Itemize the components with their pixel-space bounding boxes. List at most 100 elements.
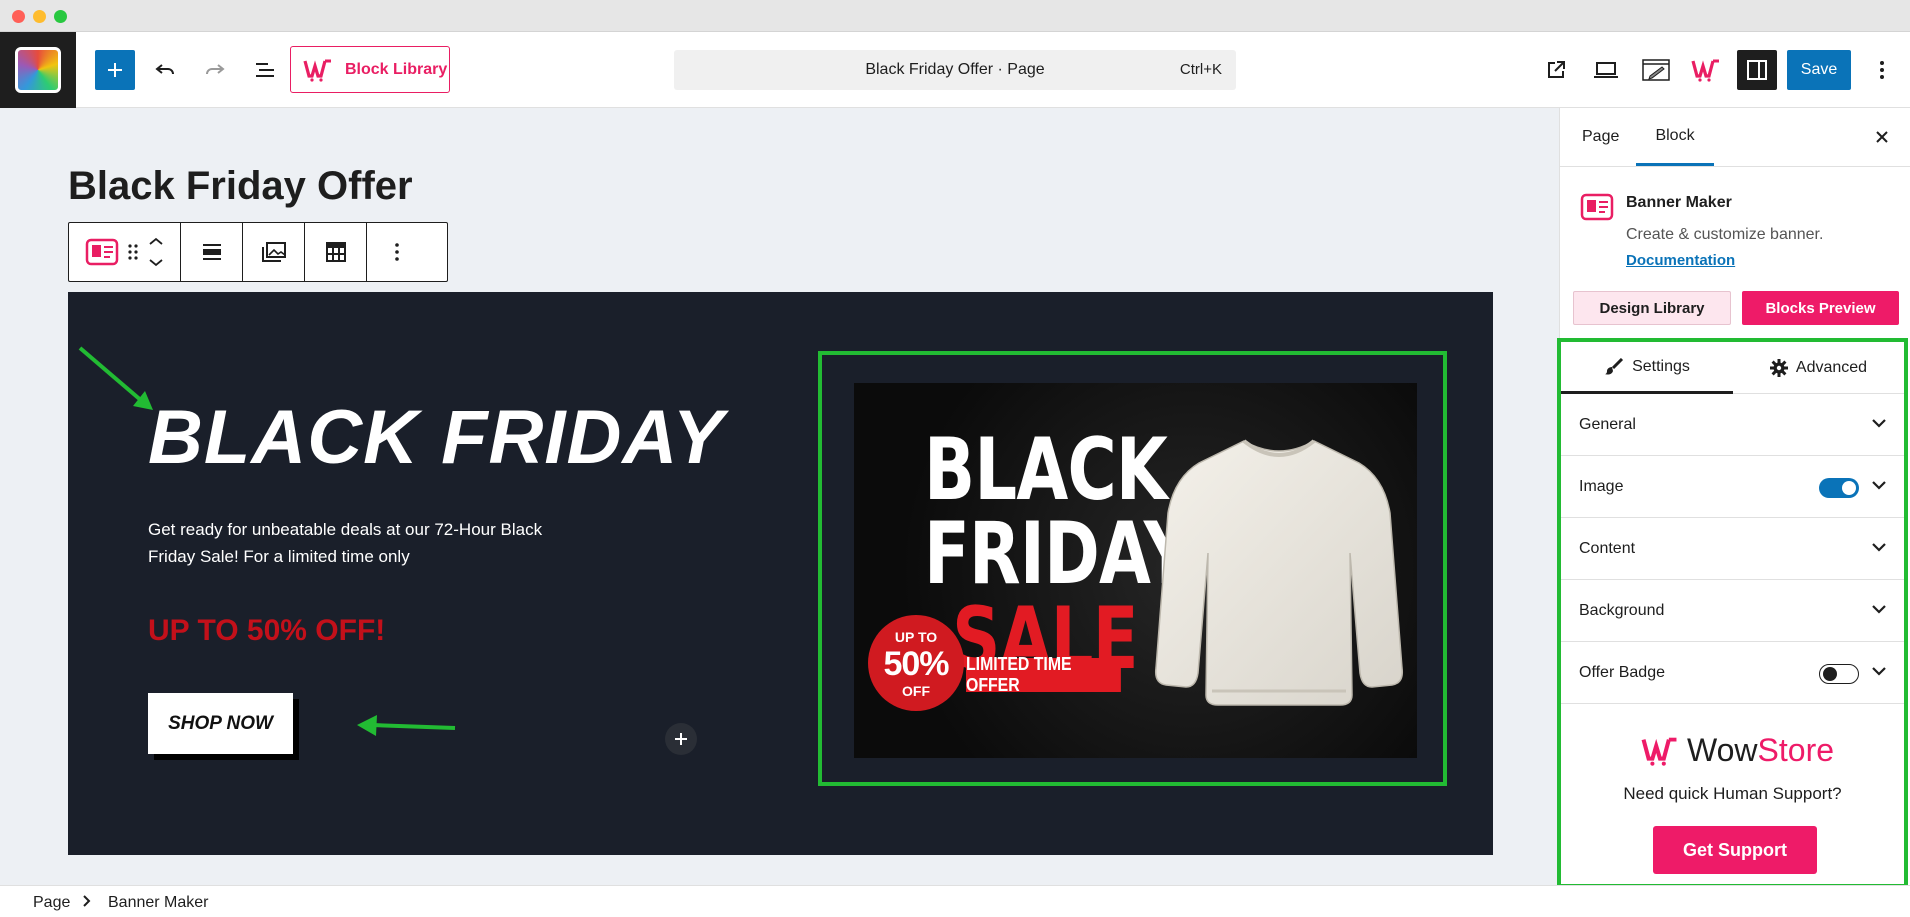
laptop-preview-icon bbox=[1594, 62, 1618, 78]
panel-label: Content bbox=[1579, 540, 1636, 557]
block-library-button[interactable]: Block Library bbox=[290, 46, 450, 93]
panel-offer-badge[interactable]: Offer Badge bbox=[1561, 642, 1904, 704]
edit-icon bbox=[1642, 59, 1670, 81]
breadcrumb: Page Banner Maker bbox=[0, 885, 1910, 917]
tab-page[interactable]: Page bbox=[1582, 108, 1619, 166]
edit-template-button[interactable] bbox=[1636, 50, 1676, 90]
undo-icon bbox=[155, 64, 174, 75]
editor-canvas: Black Friday Offer BLACK FRIDAY Get read… bbox=[0, 108, 1559, 885]
chevron-down-icon bbox=[1872, 419, 1886, 428]
layout-button[interactable] bbox=[305, 223, 367, 281]
block-type-group bbox=[69, 223, 181, 281]
chevron-down-icon bbox=[1872, 543, 1886, 552]
site-logo-button[interactable] bbox=[0, 32, 76, 108]
banner-block-icon[interactable] bbox=[85, 237, 119, 267]
redo-icon bbox=[206, 64, 225, 75]
banner-offer-text[interactable]: UP TO 50% OFF! bbox=[148, 614, 385, 648]
tab-advanced[interactable]: Advanced bbox=[1733, 342, 1904, 394]
block-settings-panel: Settings Advanced General Image Content … bbox=[1557, 338, 1908, 888]
close-icon bbox=[1876, 131, 1888, 143]
command-palette-bar[interactable]: Black Friday Offer · Page Ctrl+K bbox=[674, 50, 1236, 90]
close-sidebar-button[interactable] bbox=[1870, 125, 1894, 149]
panel-content[interactable]: Content bbox=[1561, 518, 1904, 580]
chevron-down-icon bbox=[1872, 605, 1886, 614]
wowstore-button[interactable] bbox=[1686, 50, 1726, 90]
panel-label: Image bbox=[1579, 478, 1624, 495]
brush-icon bbox=[1605, 357, 1624, 375]
design-library-button[interactable]: Design Library bbox=[1573, 291, 1731, 325]
wowstore-brand: WowStore bbox=[1641, 732, 1834, 769]
plus-icon bbox=[108, 63, 122, 77]
preview-device-button[interactable] bbox=[1586, 50, 1626, 90]
banner-title[interactable]: BLACK FRIDAY bbox=[148, 394, 724, 481]
breadcrumb-page[interactable]: Page bbox=[33, 894, 70, 912]
maximize-window-button[interactable] bbox=[54, 10, 67, 23]
get-support-button[interactable]: Get Support bbox=[1653, 826, 1817, 874]
panel-background[interactable]: Background bbox=[1561, 580, 1904, 642]
image-text-black: BLACK bbox=[924, 420, 1168, 520]
banner-image-highlight: BLACK FRIDAY SALE LIMITED TIME OFFER UP … bbox=[818, 351, 1447, 786]
tab-settings-label: Settings bbox=[1632, 357, 1690, 375]
panel-label: Background bbox=[1579, 602, 1665, 619]
breadcrumb-block[interactable]: Banner Maker bbox=[108, 894, 209, 912]
kebab-icon bbox=[395, 243, 399, 261]
toggle-knob bbox=[1842, 481, 1856, 495]
settings-sidebar-toggle[interactable] bbox=[1737, 50, 1777, 90]
chevron-right-icon bbox=[83, 895, 91, 907]
image-ribbon: LIMITED TIME OFFER bbox=[966, 654, 1121, 695]
settings-tabs: Settings Advanced bbox=[1561, 342, 1904, 394]
window-titlebar bbox=[0, 0, 1910, 32]
save-button[interactable]: Save bbox=[1787, 50, 1851, 90]
panel-general[interactable]: General bbox=[1561, 394, 1904, 456]
badge-value-text: 50% bbox=[883, 645, 949, 683]
external-link-icon bbox=[1548, 61, 1565, 78]
chevron-down-icon bbox=[1872, 481, 1886, 490]
image-toggle[interactable] bbox=[1819, 478, 1859, 498]
options-menu-button[interactable] bbox=[1866, 50, 1898, 90]
site-icon bbox=[15, 47, 61, 93]
document-title: Black Friday Offer · Page bbox=[865, 61, 1045, 78]
tab-settings[interactable]: Settings bbox=[1561, 342, 1733, 394]
drag-handle-icon[interactable] bbox=[127, 242, 139, 262]
undo-button[interactable] bbox=[145, 50, 185, 90]
sweater-illustration bbox=[1154, 439, 1404, 706]
banner-image[interactable]: BLACK FRIDAY SALE LIMITED TIME OFFER UP … bbox=[854, 383, 1417, 758]
align-button[interactable] bbox=[181, 223, 243, 281]
block-name: Banner Maker bbox=[1626, 194, 1732, 211]
page-title[interactable]: Black Friday Offer bbox=[68, 164, 413, 209]
settings-sidebar: Page Block Banner Maker Create & customi… bbox=[1557, 108, 1910, 888]
brand-name: WowStore bbox=[1687, 732, 1834, 769]
add-block-button[interactable] bbox=[95, 50, 135, 90]
block-description: Create & customize banner. bbox=[1626, 226, 1824, 243]
image-text-friday: FRIDAY bbox=[924, 504, 1192, 605]
sidebar-toggle-icon bbox=[1747, 60, 1767, 80]
block-options-button[interactable] bbox=[367, 223, 427, 281]
wowstore-logo-icon bbox=[1641, 737, 1677, 766]
plus-icon bbox=[675, 733, 687, 745]
list-view-button[interactable] bbox=[245, 50, 285, 90]
support-question: Need quick Human Support? bbox=[1623, 784, 1842, 803]
offer-badge-toggle[interactable] bbox=[1819, 664, 1859, 684]
banner-description[interactable]: Get ready for unbeatable deals at our 72… bbox=[148, 516, 548, 570]
shortcut-hint: Ctrl+K bbox=[1179, 61, 1222, 78]
shop-now-button[interactable]: SHOP NOW bbox=[148, 693, 293, 754]
design-library-block-button[interactable] bbox=[243, 223, 305, 281]
divider bbox=[1560, 166, 1910, 167]
move-arrows-icon[interactable] bbox=[147, 235, 165, 269]
documentation-link[interactable]: Documentation bbox=[1626, 252, 1735, 269]
toggle-knob bbox=[1823, 666, 1837, 681]
editor-toolbar: Block Library Black Friday Offer · Page … bbox=[0, 32, 1910, 108]
inserter-button[interactable] bbox=[665, 723, 697, 755]
blocks-preview-button[interactable]: Blocks Preview bbox=[1742, 291, 1899, 325]
brand-wow: Wow bbox=[1687, 732, 1758, 768]
close-window-button[interactable] bbox=[12, 10, 25, 23]
panel-image[interactable]: Image bbox=[1561, 456, 1904, 518]
redo-button[interactable] bbox=[195, 50, 235, 90]
block-toolbar bbox=[68, 222, 448, 282]
banner-block[interactable]: BLACK FRIDAY Get ready for unbeatable de… bbox=[68, 292, 1493, 855]
view-page-button[interactable] bbox=[1536, 50, 1576, 90]
image-gallery-icon bbox=[261, 242, 286, 262]
minimize-window-button[interactable] bbox=[33, 10, 46, 23]
tab-block[interactable]: Block bbox=[1636, 108, 1714, 166]
badge-bottom-text: OFF bbox=[902, 683, 930, 699]
